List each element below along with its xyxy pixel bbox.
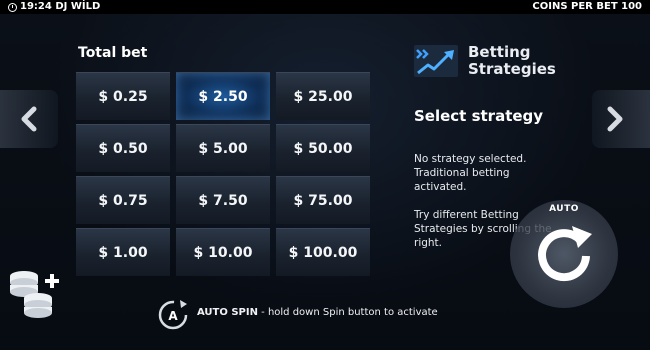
bet-option[interactable]: $ 75.00 [276,176,370,224]
auto-button[interactable]: AUTO [510,200,618,308]
bet-grid: $ 0.25 $ 2.50 $ 25.00 $ 0.50 $ 5.00 $ 50… [76,72,370,276]
bet-option[interactable]: $ 25.00 [276,72,370,120]
top-bar: 19:24 DJ WİLD COINS PER BET 100 [0,0,650,14]
coins-plus-icon[interactable] [8,268,64,320]
bet-option[interactable]: $ 50.00 [276,124,370,172]
select-strategy-label: Select strategy [414,107,544,125]
auto-spin-hint: AUTO SPIN - hold down Spin button to act… [197,307,438,318]
bet-option[interactable]: $ 0.75 [76,176,170,224]
time-game-title: 19:24 DJ WİLD [20,1,101,12]
chevron-left-icon [21,106,37,132]
bet-option[interactable]: $ 1.00 [76,228,170,276]
refresh-icon [538,226,592,282]
bet-option-selected[interactable]: $ 2.50 [176,72,270,120]
title-line-1: Betting [468,43,531,61]
next-button[interactable] [592,90,650,148]
trend-chart-icon [414,45,458,77]
top-bar-left: 19:24 DJ WİLD [8,0,100,14]
auto-spin-letter: A [168,309,178,323]
auto-spin-icon: A [158,300,188,330]
bet-option[interactable]: $ 0.50 [76,124,170,172]
auto-spin-strong: AUTO SPIN [197,307,258,318]
clock-icon [8,2,17,12]
previous-button[interactable] [0,90,58,148]
coins-per-bet: COINS PER BET 100 [532,1,642,12]
bet-option[interactable]: $ 0.25 [76,72,170,120]
bet-option[interactable]: $ 10.00 [176,228,270,276]
total-bet-title: Total bet [78,45,148,61]
betting-strategies-title: Betting Strategies [468,44,556,78]
strategy-status-text: No strategy selected. Traditional bettin… [414,153,527,193]
bet-option[interactable]: $ 5.00 [176,124,270,172]
auto-spin-rest: - hold down Spin button to activate [257,307,438,318]
bet-option[interactable]: $ 100.00 [276,228,370,276]
bet-option[interactable]: $ 7.50 [176,176,270,224]
chevron-right-icon [607,106,623,132]
auto-label: AUTO [549,204,579,214]
title-line-2: Strategies [468,60,556,78]
